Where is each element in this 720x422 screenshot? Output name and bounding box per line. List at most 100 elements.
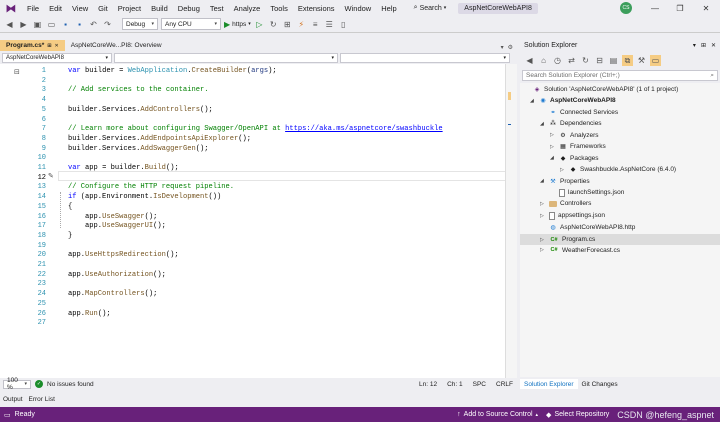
refresh-icon[interactable]: ↻	[580, 55, 591, 66]
tree-node-frameworks[interactable]: ▷ ▦ Frameworks	[550, 143, 606, 151]
menu-build[interactable]: Build	[146, 4, 173, 13]
zoom-select[interactable]: 100 % ▾	[3, 377, 31, 391]
expand-arrow-icon[interactable]: ▷	[540, 201, 546, 207]
forward-icon[interactable]: ▶	[18, 19, 29, 30]
new-project-icon[interactable]: ▣	[32, 19, 43, 30]
tab-git-changes[interactable]: Git Changes	[578, 379, 622, 389]
tree-node-solution[interactable]: ◈ Solution 'AspNetCoreWebAPI8' (1 of 1 pr…	[524, 85, 679, 93]
menu-help[interactable]: Help	[376, 4, 401, 13]
issues-status[interactable]: No issues found	[47, 381, 94, 388]
menu-edit[interactable]: Edit	[44, 4, 67, 13]
expand-arrow-icon[interactable]: ▷	[550, 132, 556, 138]
hot-reload-icon[interactable]: ⚡	[296, 19, 307, 30]
tree-node-weather-forecast[interactable]: ▷ C# WeatherForecast.cs	[540, 246, 620, 254]
back-icon[interactable]: ◀	[524, 55, 535, 66]
menu-git[interactable]: Git	[93, 4, 113, 13]
collapse-all-icon[interactable]: ⊟	[594, 55, 605, 66]
menu-view[interactable]: View	[67, 4, 93, 13]
solution-explorer-search[interactable]: Search Solution Explorer (Ctrl+;) ⌕	[522, 70, 718, 81]
tree-node-properties[interactable]: ◢ ⚒ Properties	[540, 177, 590, 185]
format-icon[interactable]: ≡	[310, 19, 321, 30]
tree-node-project[interactable]: ◢ ◉ AspNetCoreWebAPI8	[530, 97, 616, 105]
save-icon[interactable]: ▪	[60, 19, 71, 30]
platform-select[interactable]: Any CPU ▾	[161, 18, 221, 30]
close-button[interactable]: ✕	[694, 0, 718, 16]
redo-icon[interactable]: ↷	[102, 19, 113, 30]
tab-output[interactable]: Output	[3, 396, 23, 403]
home-icon[interactable]: ⌂	[538, 55, 549, 66]
minimize-button[interactable]: —	[643, 0, 667, 16]
tree-node-connected-services[interactable]: ⚭ Connected Services	[540, 108, 618, 116]
undo-icon[interactable]: ↶	[88, 19, 99, 30]
start-without-debugging-icon[interactable]: ▷	[254, 19, 265, 30]
settings-icon[interactable]: ⚙	[508, 44, 513, 51]
pin-icon[interactable]: ⊞	[701, 42, 706, 49]
swashbuckle-link[interactable]: https://aka.ms/aspnetcore/swashbuckle	[285, 125, 443, 133]
tab-program-cs[interactable]: Program.cs* ⊞ ✕	[0, 40, 65, 51]
tab-error-list[interactable]: Error List	[29, 396, 55, 403]
code-editor[interactable]: ⊟ ✎ 1 2 3 4 5 6 7 8 9 10 11 12 13 14 15 …	[0, 64, 510, 378]
expand-arrow-icon[interactable]: ◢	[540, 178, 546, 184]
browser-link-icon[interactable]: ⊞	[282, 19, 293, 30]
user-avatar[interactable]: CS	[620, 2, 632, 14]
menu-extensions[interactable]: Extensions	[293, 4, 340, 13]
menu-file[interactable]: File	[22, 4, 44, 13]
tree-node-packages[interactable]: ◢ ◆ Packages	[550, 154, 599, 162]
expand-arrow-icon[interactable]: ▷	[540, 237, 546, 243]
sync-icon[interactable]: ⇄	[566, 55, 577, 66]
member-navigation-select[interactable]: ▾	[340, 53, 510, 63]
collapse-marker-icon[interactable]: ⊟	[14, 68, 20, 76]
expand-arrow-icon[interactable]: ▷	[560, 167, 566, 173]
close-icon[interactable]: ✕	[55, 43, 59, 49]
show-all-files-icon[interactable]: ▤	[608, 55, 619, 66]
menu-project[interactable]: Project	[113, 4, 146, 13]
tab-project-overview[interactable]: AspNetCoreWe...PI8: Overview	[65, 40, 168, 51]
quick-actions-icon[interactable]: ✎	[48, 172, 54, 180]
tree-node-http-file[interactable]: ◍ AspNetCoreWebAPI8.http	[540, 223, 635, 231]
comment-icon[interactable]: ☰	[324, 19, 335, 30]
expand-arrow-icon[interactable]: ◢	[540, 121, 546, 127]
pending-changes-filter-icon[interactable]: ⧉	[622, 55, 633, 66]
run-button[interactable]: ▶ https ▾	[224, 20, 251, 29]
type-navigation-select[interactable]: ▾	[114, 53, 338, 63]
menu-window[interactable]: Window	[340, 4, 377, 13]
menu-test[interactable]: Test	[205, 4, 229, 13]
select-repository-button[interactable]: ◆ Select Repository	[546, 411, 609, 419]
properties-icon[interactable]: ⚒	[636, 55, 647, 66]
expand-arrow-icon[interactable]: ◢	[530, 98, 536, 104]
editor-vertical-scrollbar[interactable]	[505, 64, 517, 378]
add-to-source-control-button[interactable]: ↑ Add to Source Control ▴	[457, 411, 538, 418]
expand-arrow-icon[interactable]: ▷	[540, 247, 546, 253]
search-button[interactable]: ⌕ Search ▾	[410, 4, 451, 12]
tree-node-appsettings[interactable]: ▷ appsettings.json	[540, 211, 605, 220]
tree-node-analyzers[interactable]: ▷ ⚙ Analyzers	[550, 131, 599, 139]
pin-icon[interactable]: ⊞	[47, 43, 51, 49]
open-folder-icon[interactable]: ▭	[46, 19, 57, 30]
menu-analyze[interactable]: Analyze	[229, 4, 266, 13]
tab-list-icon[interactable]: ▾	[501, 44, 504, 51]
preview-icon[interactable]: ▭	[650, 55, 661, 66]
switch-views-icon[interactable]: ◷	[552, 55, 563, 66]
tree-node-swashbuckle[interactable]: ▷ ◆ Swashbuckle.AspNetCore (6.4.0)	[560, 166, 676, 174]
whitespace-indicator[interactable]: SPC	[473, 381, 486, 388]
tab-solution-explorer[interactable]: Solution Explorer	[520, 379, 578, 389]
visual-studio-logo-icon[interactable]: ⧓	[0, 0, 22, 16]
line-indicator[interactable]: Ln: 12	[419, 381, 437, 388]
dropdown-icon[interactable]: ▾	[693, 42, 696, 49]
tree-node-launch-settings[interactable]: launchSettings.json	[550, 188, 624, 197]
bookmark-icon[interactable]: ▯	[338, 19, 349, 30]
maximize-button[interactable]: ❐	[668, 0, 692, 16]
column-indicator[interactable]: Ch: 1	[447, 381, 463, 388]
configuration-select[interactable]: Debug ▾	[122, 18, 158, 30]
tree-node-program-cs[interactable]: ▷ C# Program.cs	[520, 234, 720, 245]
expand-arrow-icon[interactable]: ▷	[550, 144, 556, 150]
tree-node-dependencies[interactable]: ◢ ⁂ Dependencies	[540, 120, 602, 128]
refresh-icon[interactable]: ↻	[268, 19, 279, 30]
project-navigation-select[interactable]: AspNetCoreWebAPI8 ▾	[2, 53, 112, 63]
close-icon[interactable]: ✕	[711, 42, 716, 49]
menu-tools[interactable]: Tools	[265, 4, 293, 13]
save-all-icon[interactable]: ▪	[74, 19, 85, 30]
tree-node-controllers[interactable]: ▷ Controllers	[540, 200, 591, 207]
line-ending-indicator[interactable]: CRLF	[496, 381, 513, 388]
back-icon[interactable]: ◀	[4, 19, 15, 30]
